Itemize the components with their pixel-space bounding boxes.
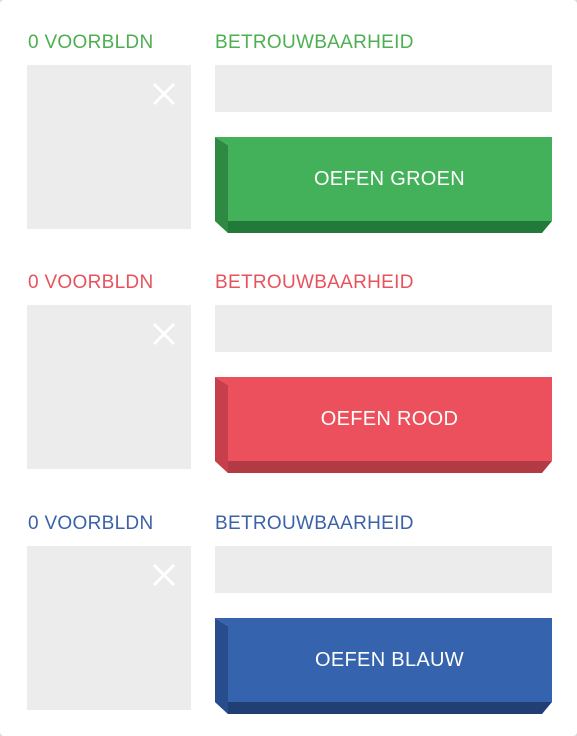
close-icon[interactable] [151, 562, 177, 588]
train-blue-button[interactable]: OEFEN BLAUW [215, 618, 552, 714]
reliability-bar [215, 65, 552, 112]
close-icon[interactable] [151, 321, 177, 347]
train-blue-button-label: OEFEN BLAUW [315, 648, 464, 671]
reliability-label: BETROUWBAARHEID [215, 513, 414, 534]
section-red: 0 VOORBLDN BETROUWBAARHEID OEFEN ROOD [0, 240, 577, 480]
section-blue: 0 VOORBLDN BETROUWBAARHEID OEFEN BLAUW [0, 481, 577, 721]
train-green-button-label: OEFEN GROEN [313, 167, 466, 190]
example-count-label: 0 VOORBLDN [28, 272, 154, 293]
example-count-label: 0 VOORBLDN [28, 513, 154, 534]
train-red-button[interactable]: OEFEN ROOD [215, 377, 552, 473]
example-count-label: 0 VOORBLDN [28, 32, 154, 53]
train-red-button-label: OEFEN ROOD [320, 407, 459, 430]
examples-thumbnail [27, 546, 191, 710]
examples-thumbnail [27, 305, 191, 469]
training-panel: 0 VOORBLDN BETROUWBAARHEID OEFEN GROEN 0… [0, 0, 577, 736]
reliability-bar [215, 305, 552, 352]
reliability-label: BETROUWBAARHEID [215, 272, 414, 293]
reliability-label: BETROUWBAARHEID [215, 32, 414, 53]
train-green-button[interactable]: OEFEN GROEN [215, 137, 552, 233]
examples-thumbnail [27, 65, 191, 229]
close-icon[interactable] [151, 81, 177, 107]
section-green: 0 VOORBLDN BETROUWBAARHEID OEFEN GROEN [0, 0, 577, 240]
reliability-bar [215, 546, 552, 593]
